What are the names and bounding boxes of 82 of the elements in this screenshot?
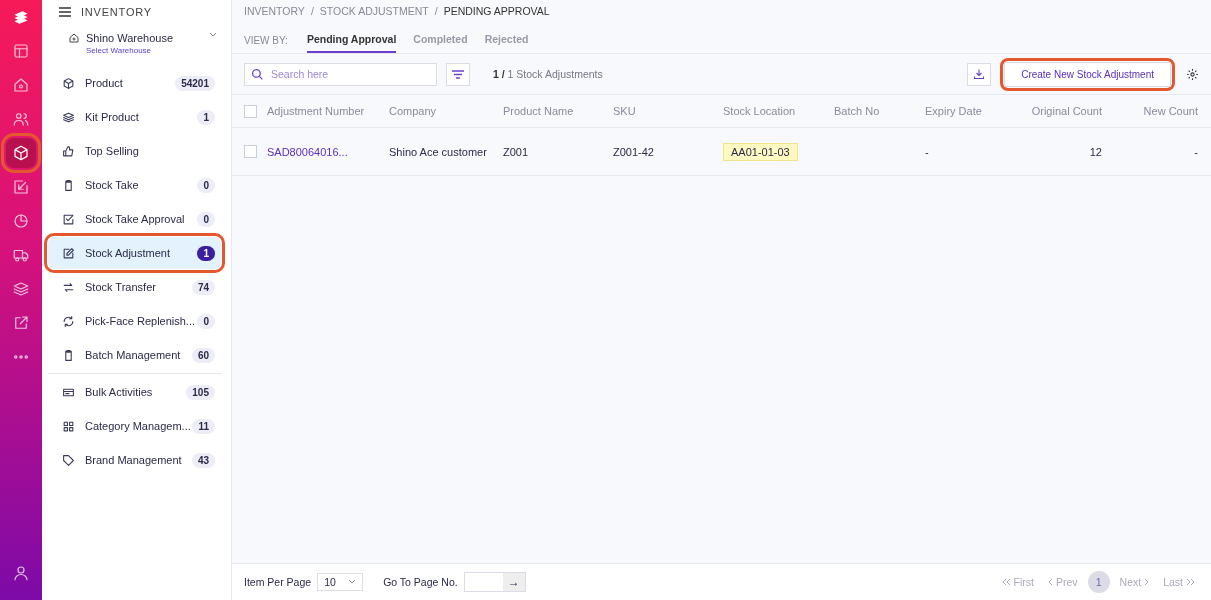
warehouse-hint: Select Warehouse xyxy=(86,46,153,55)
count-badge: 0 xyxy=(197,177,215,193)
clipboard-icon xyxy=(62,348,75,362)
box-icon xyxy=(62,76,75,90)
clipboard-icon xyxy=(62,178,75,192)
column-header: SKU xyxy=(613,105,637,117)
table-cell: Shino Ace customer xyxy=(389,145,487,158)
breadcrumb-separator: / xyxy=(434,5,438,17)
sidebar-item[interactable]: Pick-Face Replenish... 0 xyxy=(48,305,221,337)
per-page-select[interactable]: 10 xyxy=(317,573,364,591)
chevron-left-icon xyxy=(1047,578,1053,586)
select-all-checkbox[interactable] xyxy=(244,104,257,118)
sidebar-item[interactable]: Product 54201 xyxy=(48,67,221,99)
count-badge: 1 xyxy=(197,245,215,261)
column-header: Adjustment Number xyxy=(267,105,366,117)
sidebar-item[interactable]: Kit Product 1 xyxy=(48,101,221,133)
chevron-down-icon xyxy=(209,32,217,38)
sidebar-item[interactable]: Stock Transfer 74 xyxy=(48,271,221,303)
chevron-down-icon xyxy=(348,579,357,585)
result-count: 1 / 1 Stock Adjustments xyxy=(493,68,603,80)
view-by-label: VIEW BY: xyxy=(244,35,288,48)
go-to-page-label: Go To Page No. xyxy=(383,576,458,588)
filter-icon xyxy=(452,69,464,79)
column-header: Stock Location xyxy=(723,105,797,117)
table-cell: - xyxy=(1194,145,1198,158)
column-header: Company xyxy=(389,105,438,117)
sidebar-item[interactable]: Category Managem... 11 xyxy=(48,410,221,442)
breadcrumb-current: PENDING APPROVAL xyxy=(443,5,550,17)
per-page-label: Item Per Page xyxy=(244,576,312,588)
layers-icon xyxy=(62,110,75,124)
filter-button[interactable] xyxy=(446,62,470,86)
count-badge: 0 xyxy=(197,211,215,227)
filter-tab[interactable]: Pending Approval xyxy=(306,33,397,53)
row-checkbox[interactable] xyxy=(244,145,257,159)
download-icon xyxy=(973,68,986,80)
sidebar-item[interactable]: Bulk Activities 105 xyxy=(48,376,221,408)
table-cell: Z001 xyxy=(503,145,529,158)
menu-icon[interactable] xyxy=(59,7,71,17)
column-header: Batch No xyxy=(834,105,881,117)
download-button[interactable] xyxy=(967,62,992,86)
column-header: Product Name xyxy=(503,105,575,117)
count-badge: 11 xyxy=(192,418,215,434)
column-header: Original Count xyxy=(1030,105,1102,117)
sidebar-item[interactable]: Top Selling xyxy=(48,135,221,167)
search-field[interactable]: Search here xyxy=(244,62,437,86)
table-cell: Z001-42 xyxy=(613,145,654,158)
thumbs-up-icon xyxy=(62,144,75,158)
count-badge: 60 xyxy=(191,347,215,363)
sidebar-title: INVENTORY xyxy=(81,6,152,18)
refresh-icon xyxy=(62,314,75,328)
count-badge: 0 xyxy=(197,313,215,329)
double-chevron-left-icon xyxy=(1001,578,1011,586)
breadcrumb-link[interactable]: STOCK ADJUSTMENT xyxy=(319,5,429,17)
count-badge: 43 xyxy=(191,452,215,468)
checkbox-icon xyxy=(62,212,75,226)
tag-icon xyxy=(62,453,75,467)
count-badge: 54201 xyxy=(175,75,215,91)
sidebar-item[interactable]: Brand Management 43 xyxy=(48,444,221,476)
settings-icon[interactable] xyxy=(1186,67,1199,81)
count-badge: 1 xyxy=(197,109,215,125)
breadcrumb-separator: / xyxy=(310,5,314,17)
count-badge: 74 xyxy=(191,279,215,295)
sidebar-item[interactable]: Stock Take Approval 0 xyxy=(48,203,221,235)
swap-icon xyxy=(62,280,75,294)
chevron-right-icon xyxy=(1144,578,1150,586)
home-icon xyxy=(68,32,80,44)
column-header: Expiry Date xyxy=(925,105,983,117)
table-cell: - xyxy=(925,145,929,158)
column-header: New Count xyxy=(1142,105,1198,117)
sidebar-item[interactable]: Stock Take 0 xyxy=(48,169,221,201)
double-chevron-right-icon xyxy=(1186,578,1195,586)
grid-icon xyxy=(62,419,75,433)
location-tag: AA01-01-03 xyxy=(723,142,798,161)
adjustment-link[interactable]: SAD80064016... xyxy=(267,145,348,158)
count-badge: 105 xyxy=(186,384,215,400)
edit-icon xyxy=(62,246,75,260)
create-button[interactable]: Create New Stock Adjustment xyxy=(1004,61,1171,87)
sidebar-item[interactable]: Batch Management 60 xyxy=(48,339,221,371)
table-cell: 12 xyxy=(1089,145,1102,158)
warehouse-name: Shino Warehouse xyxy=(86,32,175,44)
warehouse-selector[interactable]: Shino Warehouse Select Warehouse xyxy=(48,24,221,65)
current-page[interactable]: 1 xyxy=(1087,571,1110,593)
